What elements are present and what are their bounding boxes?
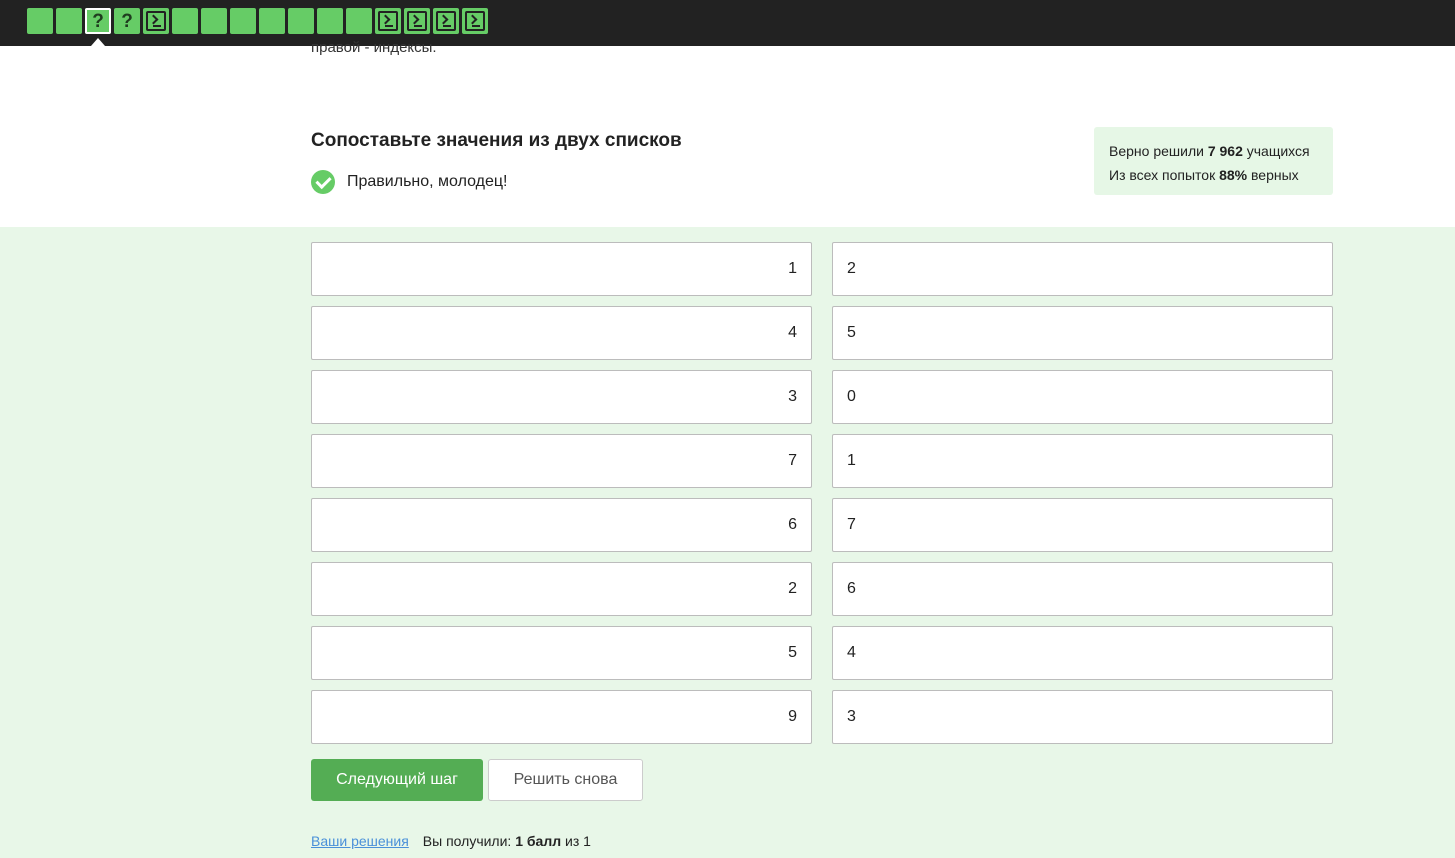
matching-row: 2 6 [311, 562, 1333, 616]
left-item: 4 [311, 306, 812, 360]
checkmark-icon [311, 170, 335, 194]
right-item[interactable]: 2 [832, 242, 1333, 296]
question-icon: ? [121, 10, 133, 32]
step-15-code[interactable] [433, 8, 459, 34]
step-10-done[interactable] [288, 8, 314, 34]
score-value: 1 балл [515, 833, 562, 849]
step-8-done[interactable] [230, 8, 256, 34]
step-3-question[interactable]: ? [85, 8, 111, 46]
right-item[interactable]: 4 [832, 626, 1333, 680]
step-11-done[interactable] [317, 8, 343, 34]
stats-percent-line: Из всех попыток 88% верных [1109, 163, 1318, 187]
stats-percent-value: 88% [1219, 167, 1248, 183]
step-2-done[interactable] [56, 8, 82, 34]
submission-footer: Ваши решения Вы получили: 1 балл из 1 [311, 833, 591, 849]
right-item[interactable]: 5 [832, 306, 1333, 360]
task-title: Сопоставьте значения из двух списков [311, 130, 682, 151]
right-item[interactable]: 7 [832, 498, 1333, 552]
terminal-icon [407, 11, 427, 31]
matching-row: 6 7 [311, 498, 1333, 552]
left-item: 9 [311, 690, 812, 744]
next-step-button[interactable]: Следующий шаг [311, 759, 483, 801]
score-text: Вы получили: 1 балл из 1 [423, 833, 591, 849]
previous-step-text: правой - индексы. [311, 39, 437, 56]
right-item[interactable]: 0 [832, 370, 1333, 424]
top-navigation-bar: ?? [0, 0, 1455, 46]
step-14-code[interactable] [404, 8, 430, 34]
stats-solved-count: 7 962 [1207, 143, 1243, 159]
right-item[interactable]: 1 [832, 434, 1333, 488]
left-item: 5 [311, 626, 812, 680]
matching-row: 3 0 [311, 370, 1333, 424]
step-9-done[interactable] [259, 8, 285, 34]
step-6-done[interactable] [172, 8, 198, 34]
matching-row: 5 4 [311, 626, 1333, 680]
matching-row: 7 1 [311, 434, 1333, 488]
step-7-done[interactable] [201, 8, 227, 34]
step-5-code[interactable] [143, 8, 169, 34]
step-12-done[interactable] [346, 8, 372, 34]
stats-panel: Верно решили 7 962 учащихся Из всех попы… [1094, 127, 1333, 195]
terminal-icon [436, 11, 456, 31]
matching-row: 4 5 [311, 306, 1333, 360]
score-suffix: из 1 [561, 833, 591, 849]
solve-again-button[interactable]: Решить снова [488, 759, 643, 801]
correct-feedback-text: Правильно, молодец! [347, 173, 508, 190]
right-item[interactable]: 6 [832, 562, 1333, 616]
left-item: 1 [311, 242, 812, 296]
correct-feedback: Правильно, молодец! [311, 170, 507, 194]
terminal-icon [146, 11, 166, 31]
left-item: 7 [311, 434, 812, 488]
your-solutions-link[interactable]: Ваши решения [311, 833, 409, 849]
terminal-icon [465, 11, 485, 31]
right-item[interactable]: 3 [832, 690, 1333, 744]
step-13-code[interactable] [375, 8, 401, 34]
stats-percent-suffix: верных [1247, 167, 1299, 183]
left-item: 2 [311, 562, 812, 616]
step-16-code[interactable] [462, 8, 488, 34]
stats-solved-line: Верно решили 7 962 учащихся [1109, 139, 1318, 163]
lesson-steps: ?? [27, 8, 491, 46]
question-icon: ? [92, 10, 104, 32]
score-prefix: Вы получили: [422, 833, 516, 849]
matching-row: 9 3 [311, 690, 1333, 744]
step-1-done[interactable] [27, 8, 53, 34]
matching-row: 1 2 [311, 242, 1333, 296]
left-item: 6 [311, 498, 812, 552]
terminal-icon [378, 11, 398, 31]
stats-percent-prefix: Из всех попыток [1109, 167, 1220, 183]
stats-solved-prefix: Верно решили [1109, 143, 1208, 159]
step-4-question[interactable]: ? [114, 8, 140, 34]
stats-solved-suffix: учащихся [1242, 143, 1310, 159]
left-item: 3 [311, 370, 812, 424]
